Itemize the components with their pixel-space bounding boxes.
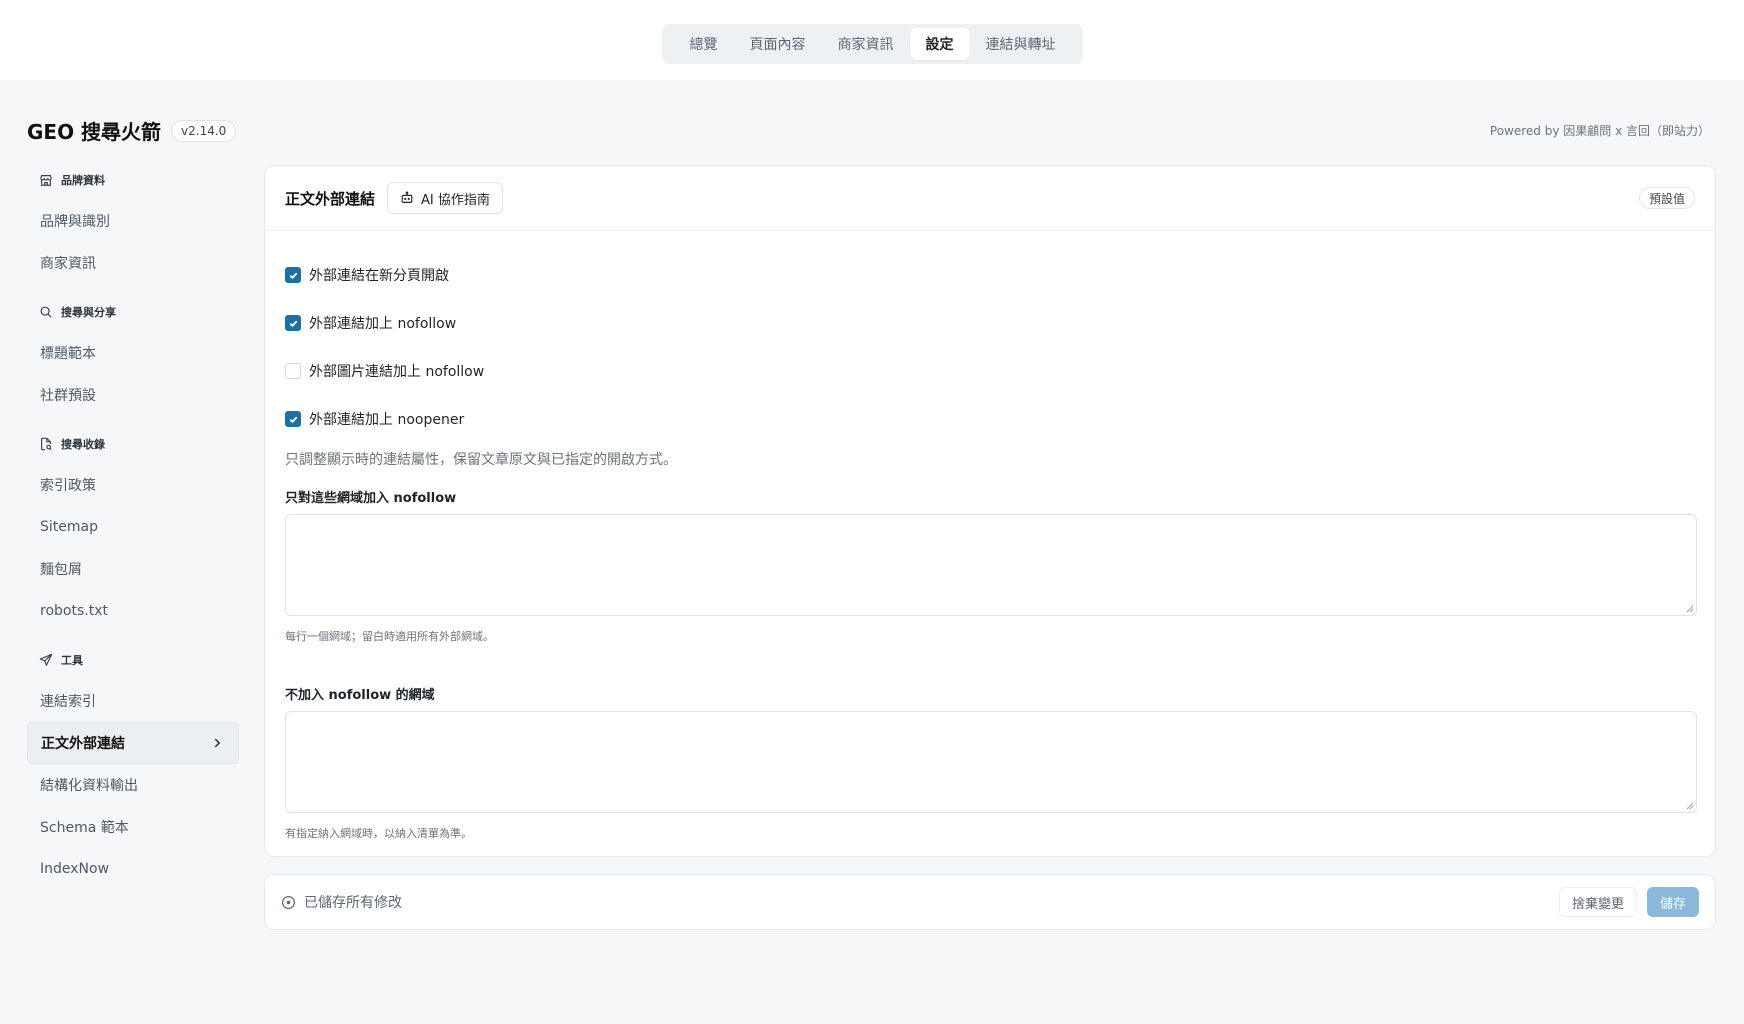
app-title-text: GEO 搜尋火箭: [27, 120, 162, 144]
discard-changes-button[interactable]: 捨棄變更: [1558, 887, 1637, 917]
robot-icon: [401, 191, 413, 203]
reset-default-button[interactable]: 預設值: [1638, 187, 1695, 209]
chevron-right-icon: [214, 738, 221, 748]
sidebar-item-structured-data[interactable]: 結構化資料輸出: [27, 764, 239, 806]
save-button[interactable]: 儲存: [1646, 887, 1699, 917]
sidebar-item-social-defaults[interactable]: 社群預設: [27, 374, 239, 416]
nofollow-checkbox[interactable]: [285, 315, 301, 331]
card-title: 正文外部連結: [285, 189, 376, 208]
include-domains-hint: 每行一個網域；留白時適用所有外部網域。: [285, 630, 494, 643]
sidebar-item-title-templates[interactable]: 標題範本: [27, 332, 239, 374]
option-label: 外部圖片連結加上 nofollow: [309, 364, 485, 380]
card-body: 外部連結在新分頁開啟 外部連結加上 nofollow 外部圖片連結加上 nofo…: [265, 231, 1715, 841]
option-label: 外部連結加上 noopener: [309, 412, 465, 428]
option-label: 外部連結在新分頁開啟: [309, 268, 449, 284]
sidebar-section-tools: 工具: [27, 640, 239, 680]
info-circle-icon: [281, 895, 296, 909]
tab-overview[interactable]: 總覽: [674, 28, 734, 60]
sidebar-section-title: 品牌資料: [61, 174, 105, 187]
main-tabs: 總覽 頁面內容 商家資訊 設定 連結與轉址: [662, 24, 1083, 64]
noopener-checkbox[interactable]: [285, 411, 301, 427]
file-search-icon: [41, 437, 52, 451]
search-icon: [40, 306, 52, 318]
sidebar-item-schema-templates[interactable]: Schema 範本: [27, 806, 239, 848]
app-title: GEO 搜尋火箭 v2.14.0: [27, 116, 237, 145]
sidebar-section-title: 搜尋與分享: [61, 306, 116, 319]
sidebar-section-brand: 品牌資料: [27, 160, 239, 200]
check-icon: [289, 272, 297, 279]
tab-settings[interactable]: 設定: [909, 28, 970, 60]
powered-by: Powered by 因果顧問 x 言回（即站力）: [1489, 124, 1710, 138]
send-icon: [39, 653, 53, 666]
exclude-domains-textarea[interactable]: [285, 711, 1697, 813]
check-icon: [289, 416, 297, 423]
sidebar-item-robots-txt[interactable]: robots.txt: [27, 590, 239, 632]
sidebar-item-brand-identity[interactable]: 品牌與識別: [27, 200, 239, 242]
sidebar-item-index-policy[interactable]: 索引政策: [27, 464, 239, 506]
image-nofollow-checkbox[interactable]: [285, 363, 301, 379]
sidebar-section-title: 工具: [61, 654, 83, 667]
top-bar: 總覽 頁面內容 商家資訊 設定 連結與轉址: [0, 0, 1744, 80]
include-domains-textarea[interactable]: [285, 514, 1697, 616]
sidebar-item-sitemap[interactable]: Sitemap: [27, 506, 239, 548]
ai-guide-label: AI 協作指南: [421, 192, 490, 208]
ai-guide-button[interactable]: AI 協作指南: [387, 182, 503, 214]
nofollow-option[interactable]: 外部連結加上 nofollow: [285, 299, 1695, 347]
open-new-tab-checkbox[interactable]: [285, 267, 301, 283]
link-attributes-hint: 只調整顯示時的連結屬性，保留文章原文與已指定的開啟方式。: [285, 452, 677, 468]
sidebar-item-link-index[interactable]: 連結索引: [27, 680, 239, 722]
sidebar-section-title: 搜尋收錄: [61, 438, 105, 451]
card-header: 正文外部連結 AI 協作指南 預設值: [265, 166, 1715, 231]
exclude-domains-hint: 有指定納入網域時，以納入清單為準。: [285, 827, 472, 840]
save-status-text: 已儲存所有修改: [304, 895, 402, 911]
noopener-option[interactable]: 外部連結加上 noopener: [285, 395, 1695, 443]
check-icon: [289, 320, 297, 327]
sidebar-item-indexnow[interactable]: IndexNow: [27, 848, 239, 890]
include-domains-label: 只對這些網域加入 nofollow: [285, 491, 457, 506]
tab-business-info[interactable]: 商家資訊: [822, 28, 910, 60]
open-new-tab-option[interactable]: 外部連結在新分頁開啟: [285, 251, 1695, 299]
exclude-domains-label: 不加入 nofollow 的網域: [285, 688, 435, 703]
sidebar-section-indexing: 搜尋收錄: [27, 424, 239, 464]
resize-handle-icon[interactable]: [1684, 603, 1694, 613]
sidebar-item-label: 正文外部連結: [41, 736, 125, 752]
sidebar-item-external-links[interactable]: 正文外部連結: [27, 722, 239, 764]
store-icon: [40, 175, 52, 186]
version-badge: v2.14.0: [171, 119, 237, 142]
sidebar-item-business-info[interactable]: 商家資訊: [27, 242, 239, 284]
sidebar-item-breadcrumbs[interactable]: 麵包屑: [27, 548, 239, 590]
sidebar-section-search-share: 搜尋與分享: [27, 292, 239, 332]
image-nofollow-option[interactable]: 外部圖片連結加上 nofollow: [285, 347, 1695, 395]
save-status: 已儲存所有修改: [281, 892, 402, 912]
resize-handle-icon[interactable]: [1684, 800, 1694, 810]
option-label: 外部連結加上 nofollow: [309, 316, 457, 332]
save-bar: 已儲存所有修改 捨棄變更 儲存: [264, 874, 1716, 930]
tab-links-redirects[interactable]: 連結與轉址: [970, 28, 1072, 60]
tab-page-content[interactable]: 頁面內容: [734, 28, 822, 60]
external-links-card: 正文外部連結 AI 協作指南 預設值 外部連結在新分頁開啟 外部連結加上 nof…: [264, 165, 1716, 857]
sidebar: 品牌資料 品牌與識別 商家資訊 搜尋與分享 標題範本 社群預設 搜尋收錄 索引政…: [27, 160, 239, 890]
